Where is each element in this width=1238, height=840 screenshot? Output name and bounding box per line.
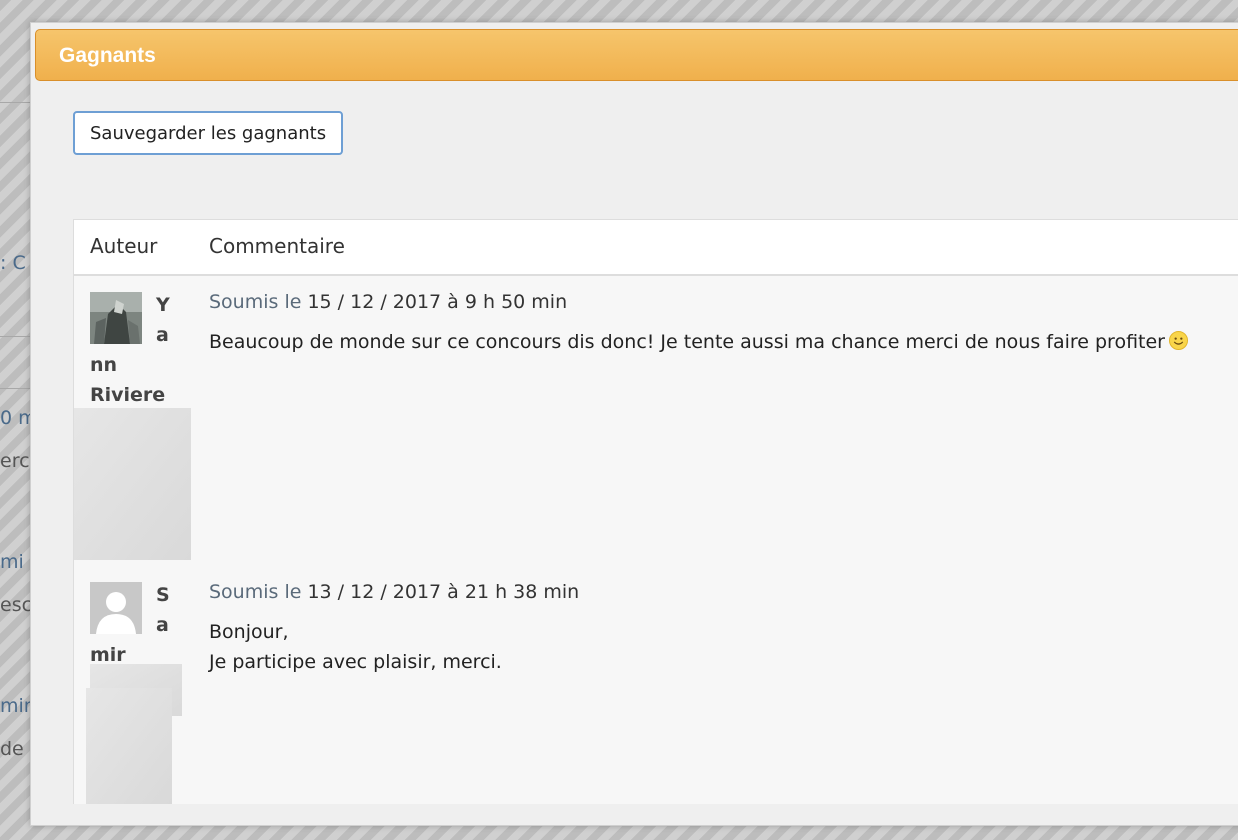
- background-text: esc: [0, 594, 33, 616]
- comment-line: Beaucoup de monde sur ce concours dis do…: [209, 331, 1165, 353]
- author-name-line: a: [156, 324, 169, 346]
- modal-title: Gagnants: [59, 44, 156, 67]
- comment-text: Bonjour, Je participe avec plaisir, merc…: [209, 617, 502, 677]
- winners-modal: Gagnants Sauvegarder les gagnants Auteur…: [30, 22, 1238, 826]
- blurred-region: [86, 688, 172, 804]
- table-row: Y a nn Riviere Soumis le 15 / 12 / 2017 …: [74, 276, 1238, 566]
- author-name[interactable]: Y a nn Riviere: [90, 290, 170, 410]
- background-text: : C: [0, 252, 26, 274]
- comment-line: Bonjour,: [209, 621, 289, 643]
- comment-text: Beaucoup de monde sur ce concours dis do…: [209, 327, 1188, 357]
- submission-date: Soumis le 15 / 12 / 2017 à 9 h 50 min: [209, 291, 567, 313]
- author-name-line: Riviere: [90, 384, 166, 406]
- background-divider: [0, 388, 32, 389]
- background-divider: [0, 336, 32, 337]
- blurred-region: [74, 408, 191, 560]
- background-divider: [0, 102, 32, 103]
- background-text: erc: [0, 450, 30, 472]
- comment-line: Je participe avec plaisir, merci.: [209, 651, 502, 673]
- author-name-line: S: [156, 584, 170, 606]
- background-text: mi: [0, 551, 24, 573]
- table-row: S a mir Soumis le 13 / 12 / 2017 à 21 h …: [74, 568, 1238, 804]
- author-name-line: Y: [156, 294, 170, 316]
- submitted-label: Soumis le: [209, 581, 302, 603]
- column-header-comment: Commentaire: [209, 234, 345, 258]
- author-name-line: nn: [90, 354, 118, 376]
- author-name[interactable]: S a mir: [90, 580, 170, 670]
- table-header: Auteur Commentaire: [74, 220, 1238, 276]
- submitted-date: 15 / 12 / 2017 à 9 h 50 min: [307, 291, 568, 313]
- smiley-icon: [1168, 331, 1188, 350]
- submission-date: Soumis le 13 / 12 / 2017 à 21 h 38 min: [209, 581, 579, 603]
- column-header-author: Auteur: [90, 234, 158, 258]
- submitted-date: 13 / 12 / 2017 à 21 h 38 min: [307, 581, 580, 603]
- save-winners-button[interactable]: Sauvegarder les gagnants: [73, 111, 344, 155]
- submitted-label: Soumis le: [209, 291, 302, 313]
- comments-table: Auteur Commentaire Y a nn Riviere Soumis…: [73, 219, 1238, 804]
- author-name-line: a: [156, 614, 169, 636]
- modal-header: Gagnants: [35, 29, 1238, 81]
